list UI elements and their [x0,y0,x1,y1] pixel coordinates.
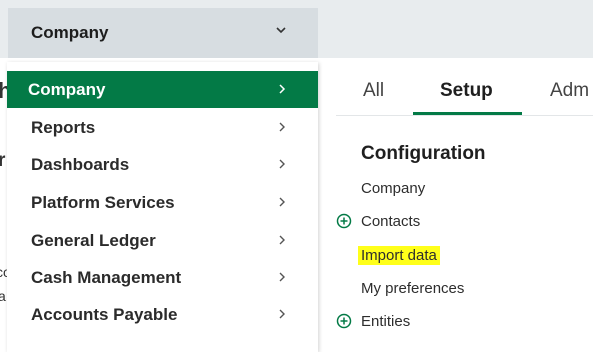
menu-item-platform-services[interactable]: Platform Services [7,184,318,221]
chevron-down-icon [276,27,286,34]
menu-item-label: Dashboards [31,154,130,174]
menu-item-reports[interactable]: Reports [7,109,318,146]
background-text-fragment: a [0,288,6,304]
top-bar: Company [0,0,593,58]
company-menu-label: Company [31,23,109,42]
link-company[interactable]: Company [361,180,425,197]
chevron-right-icon [279,235,285,245]
tab-bar: All Setup Adm [336,70,593,116]
chevron-right-icon [279,272,285,282]
chevron-right-icon [279,84,286,94]
link-import-data[interactable]: Import data [358,246,440,265]
menu-item-label: Reports [31,117,96,137]
link-entities[interactable]: Entities [361,313,410,330]
link-my-preferences[interactable]: My preferences [361,280,464,297]
chevron-right-icon [279,159,285,169]
menu-item-label: General Ledger [31,230,156,250]
menu-item-label: Cash Management [31,267,182,287]
section-title: Configuration [361,143,486,164]
tab-admin[interactable]: Adm [550,80,589,102]
menu-item-company[interactable]: Company [7,71,318,108]
tab-setup[interactable]: Setup [440,80,493,102]
navigation-dropdown-menu: Company Reports Dashboards Platform Serv… [7,62,318,352]
chevron-right-icon [279,309,285,319]
chevron-right-icon [279,122,285,132]
plus-circle-icon[interactable] [336,313,352,329]
tab-all[interactable]: All [363,80,384,102]
menu-item-label: Platform Services [31,192,175,212]
tab-bar-divider [336,115,593,116]
link-contacts[interactable]: Contacts [361,213,420,230]
highlighted-text: Import data [358,246,440,265]
menu-item-dashboards[interactable]: Dashboards [7,146,318,183]
menu-item-cash-management[interactable]: Cash Management [7,259,318,296]
chevron-right-icon [279,197,285,207]
menu-item-label: Accounts Payable [31,304,178,324]
company-menu-button[interactable]: Company [8,8,318,58]
menu-item-accounts-payable[interactable]: Accounts Payable [7,296,318,333]
background-text-fragment: r [0,150,6,171]
menu-item-label: Company [28,79,106,99]
menu-item-general-ledger[interactable]: General Ledger [7,222,318,259]
plus-circle-icon[interactable] [336,213,352,229]
